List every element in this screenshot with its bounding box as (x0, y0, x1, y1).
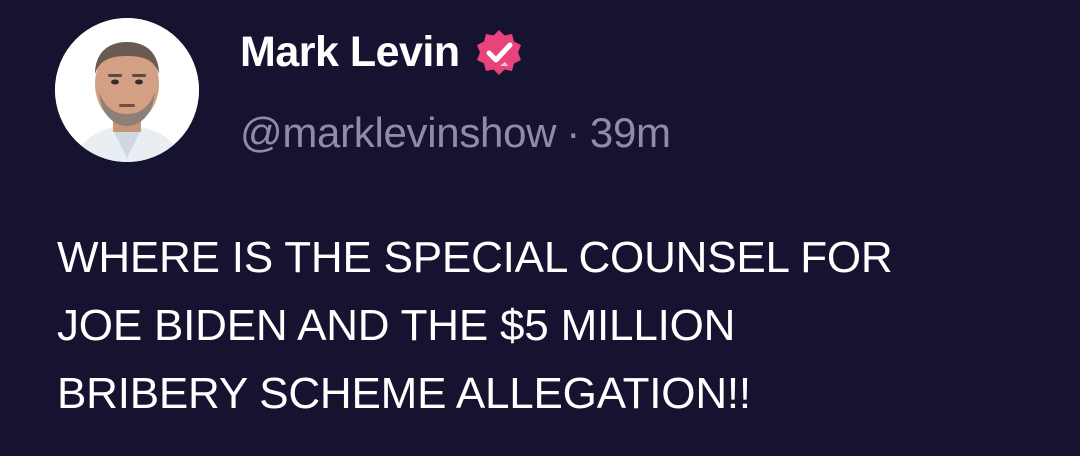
post-text-line: BRIBERY SCHEME ALLEGATION!! (57, 369, 751, 418)
avatar-image (55, 18, 199, 162)
author-display-name[interactable]: Mark Levin (240, 26, 460, 78)
post-text: WHERE IS THE SPECIAL COUNSEL FOR JOE BID… (57, 224, 1057, 428)
avatar[interactable] (55, 18, 199, 162)
post-text-line: WHERE IS THE SPECIAL COUNSEL FOR (57, 233, 893, 282)
post-card: Mark Levin @marklevinshow · 39m WHERE IS T… (0, 0, 1080, 456)
author-name-row: Mark Levin (240, 26, 524, 78)
post-text-line: JOE BIDEN AND THE $5 MILLION (57, 301, 736, 350)
verified-badge-icon (474, 28, 524, 78)
meta-separator: · (566, 109, 580, 156)
post-timestamp[interactable]: 39m (590, 109, 671, 156)
author-handle[interactable]: @marklevinshow (240, 109, 557, 156)
post-meta: @marklevinshow · 39m (240, 108, 671, 158)
